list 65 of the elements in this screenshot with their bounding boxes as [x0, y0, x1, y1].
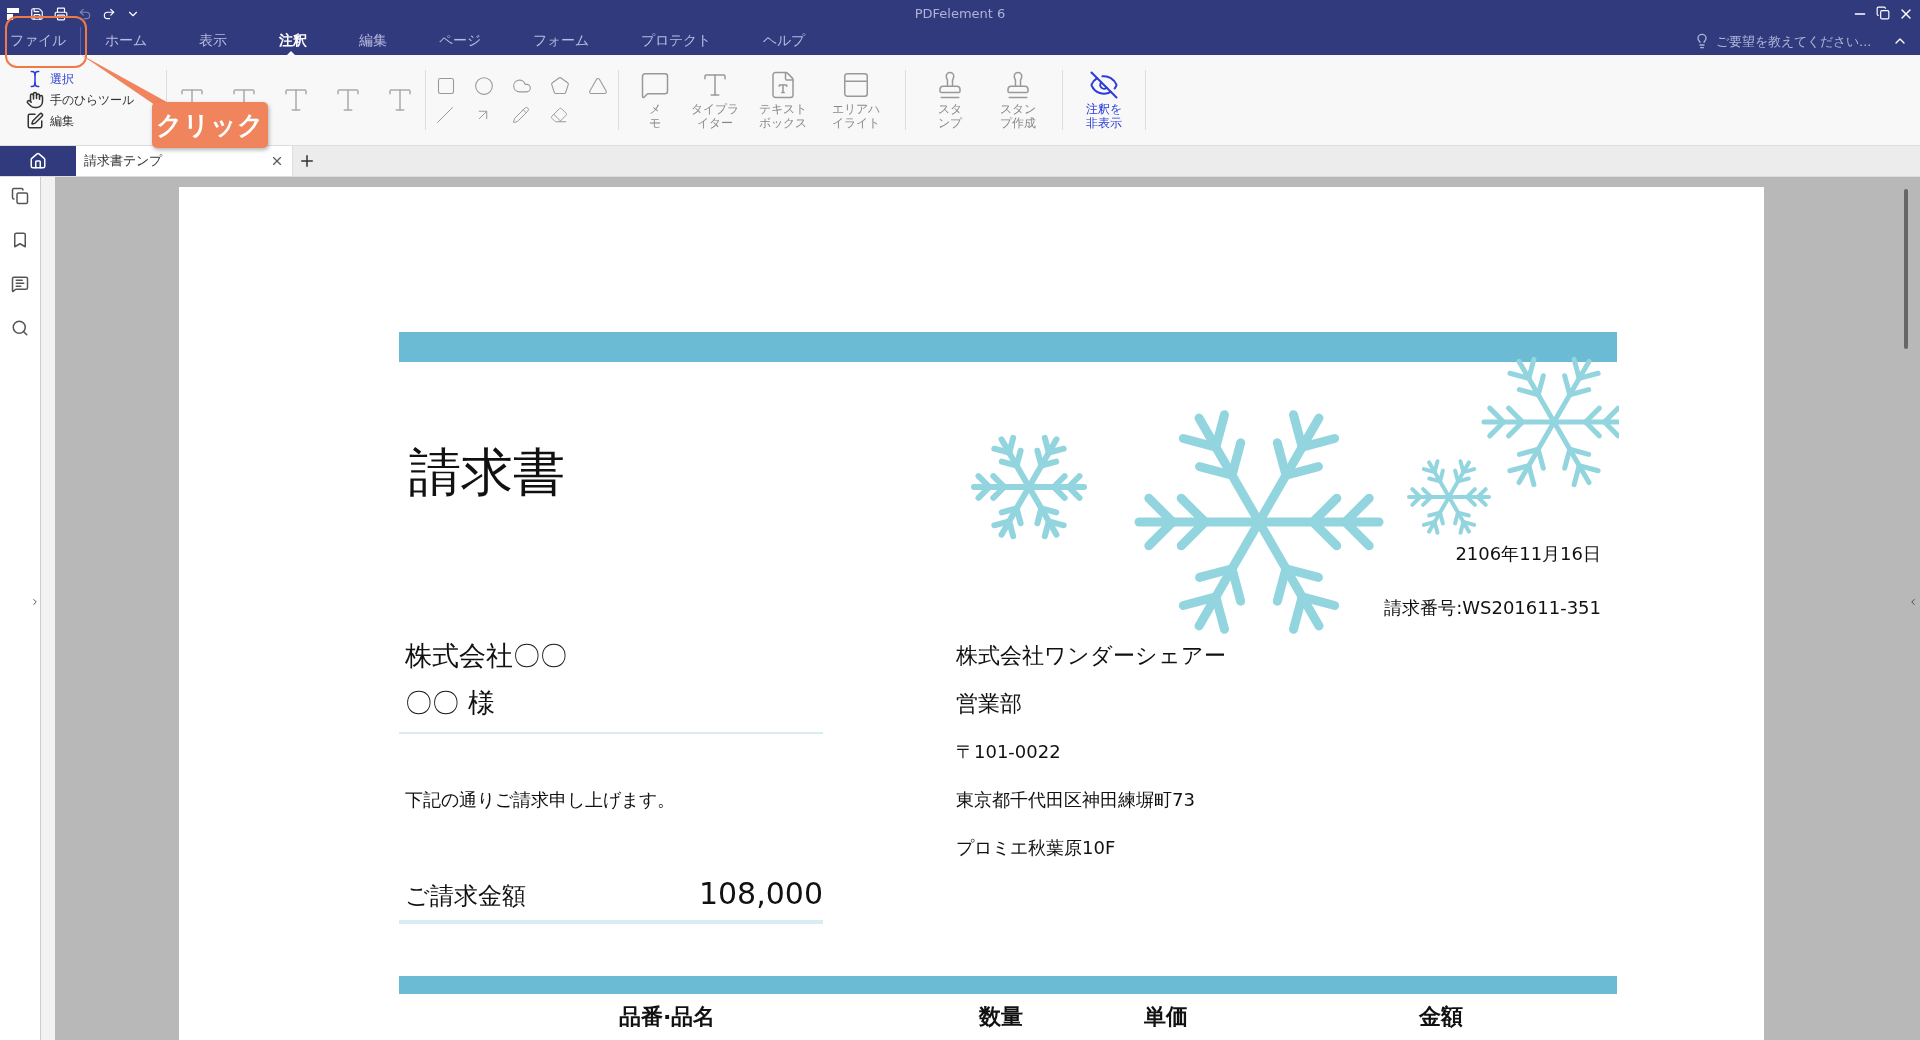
help-search-field[interactable]: ご要望を教えてください...	[1716, 33, 1886, 49]
home-icon	[29, 152, 47, 170]
document-title: 請求書	[408, 441, 566, 504]
ribbon-tool-button[interactable]: テキストボックス	[749, 69, 817, 131]
shape-icon[interactable]	[436, 76, 456, 96]
bookmark-icon[interactable]	[11, 231, 29, 249]
print-icon[interactable]	[54, 6, 68, 21]
client-name: 株式会社〇〇	[404, 639, 568, 673]
menu-tab[interactable]: 編集	[355, 27, 387, 55]
line-icon[interactable]	[436, 106, 456, 124]
shape-icon[interactable]	[474, 76, 494, 96]
column-header: 金額	[1419, 1003, 1464, 1031]
shape-icon[interactable]	[550, 76, 570, 96]
hand-icon	[26, 91, 44, 109]
redo-icon[interactable]	[102, 6, 116, 21]
eraser-icon[interactable]	[550, 106, 570, 124]
amount-label: ご請求金額	[405, 881, 526, 912]
client-name: 〇〇 様	[404, 686, 496, 720]
plus-icon	[298, 152, 316, 170]
restore-icon[interactable]	[1876, 5, 1890, 22]
ribbon-tool-button[interactable]: スタンプ	[916, 69, 984, 131]
eye-slash-icon	[1089, 69, 1119, 100]
column-header: 品番·品名	[619, 1003, 717, 1031]
invoice-date: 2106年11月16日	[1455, 542, 1601, 566]
close-tab-icon[interactable]	[270, 154, 284, 168]
pencil-icon[interactable]	[512, 106, 532, 124]
home-button[interactable]	[0, 146, 76, 176]
ribbon-tool-button[interactable]: スタンプ作成	[984, 69, 1052, 131]
menu-tab[interactable]: フォーム	[529, 27, 589, 55]
hide-annotations-button[interactable]: 注釈を非表示	[1073, 69, 1135, 131]
window-title: PDFelement 6	[914, 6, 1006, 21]
undo-icon[interactable]	[78, 6, 92, 21]
menu-tab[interactable]: ページ	[435, 27, 481, 55]
invoice-message: 下記の通りご請求申し上げます。	[404, 788, 676, 812]
invoice-number: 請求番号:WS201611-351	[1384, 596, 1601, 620]
column-header: 単価	[1144, 1003, 1189, 1031]
pen-square-icon	[26, 112, 44, 130]
column-header: 数量	[979, 1003, 1024, 1031]
document-tab[interactable]: 請求書テンプ	[76, 146, 293, 176]
amount-value: 108,000	[698, 876, 823, 911]
ribbon-tool-button[interactable]: タイプライター	[681, 69, 749, 131]
tool-menu-item[interactable]: 選択	[26, 70, 156, 88]
shape-icon[interactable]	[588, 76, 608, 96]
menu-tab[interactable]: ヘルプ	[759, 27, 805, 55]
sender-line: 東京都千代田区神田練塀町73	[956, 788, 1196, 812]
menu-tab[interactable]: 表示	[195, 27, 227, 55]
sender-line: 営業部	[956, 690, 1023, 718]
menu-tab[interactable]: ホーム	[101, 27, 147, 55]
sender-line: プロミエ秋葉原10F	[956, 836, 1117, 860]
click-callout-tooltip: クリック	[152, 102, 268, 148]
app-icon[interactable]	[6, 6, 20, 21]
save-icon[interactable]	[30, 6, 44, 21]
menu-tab[interactable]: 注釈	[275, 27, 307, 55]
search-icon[interactable]	[11, 319, 29, 337]
sender-line: 株式会社ワンダーシェアー	[956, 642, 1227, 670]
lightbulb-icon	[1694, 33, 1710, 49]
pages-icon[interactable]	[11, 187, 29, 205]
ribbon-tool-button[interactable]: メモ	[629, 69, 681, 131]
scrollbar-thumb[interactable]	[1904, 189, 1908, 349]
comment-icon[interactable]	[11, 275, 29, 293]
sender-line: 〒101-0022	[956, 740, 1062, 764]
expand-icon[interactable]	[30, 597, 40, 607]
ribbon-tool-button[interactable]: エリアハイライト	[817, 69, 895, 131]
collapse-panel-icon[interactable]	[1908, 597, 1918, 607]
menu-tab[interactable]: プロテクト	[637, 27, 711, 55]
